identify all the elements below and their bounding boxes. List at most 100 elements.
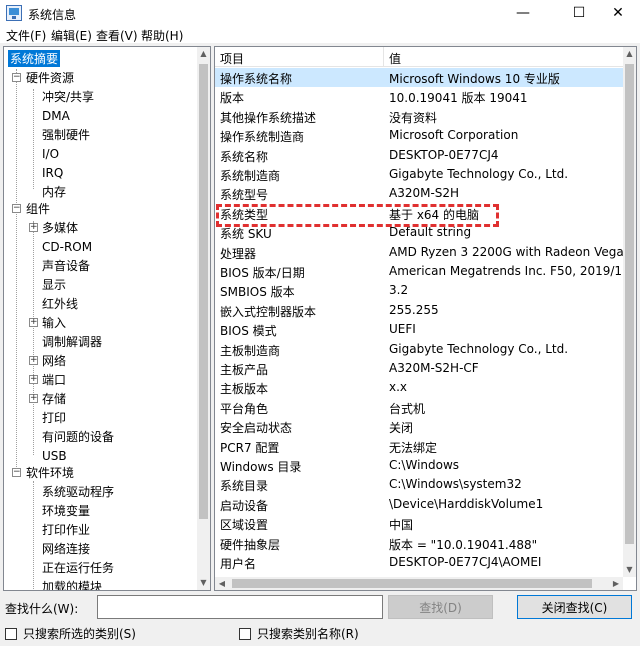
tree-item-printing[interactable]: 打印 [40,408,68,427]
expand-icon[interactable]: + [29,394,38,403]
table-row[interactable]: 系统 SKU Default string [215,223,623,242]
tree-item-conflicts[interactable]: 冲突/共享 [40,87,96,106]
close-find-button[interactable]: 关闭查找(C) [517,595,632,619]
tree-item-software[interactable]: 软件环境 [24,463,76,482]
row-item-cell: 系统名称 [220,149,269,164]
row-value-cell: DESKTOP-0E77CJ4\AOMEI [389,555,542,569]
scroll-left-icon[interactable]: ◀ [215,577,229,590]
tree-item-problem-devices[interactable]: 有问题的设备 [40,427,116,446]
collapse-icon[interactable]: − [12,468,21,477]
details-list[interactable]: 项目 值 操作系统名称 Microsoft Windows 10 专业版 版本 10.… [214,46,637,591]
tree-scroll-thumb[interactable] [199,64,208,519]
tree-item-forced-hardware[interactable]: 强制硬件 [40,125,92,144]
row-value-cell: A320M-S2H-CF [389,361,479,375]
expand-icon[interactable]: + [29,318,38,327]
tree-item-io[interactable]: I/O [40,144,61,163]
menu-edit[interactable]: 编辑(E) [51,27,92,44]
table-row[interactable]: PCR7 配置 无法绑定 [215,437,623,456]
table-row[interactable]: Windows 目录 C:\Windows [215,456,623,475]
menu-view[interactable]: 查看(V) [96,27,138,44]
table-row[interactable]: SMBIOS 版本 3.2 [215,281,623,300]
tree-item-modem[interactable]: 调制解调器 [40,332,104,351]
expand-icon[interactable]: + [29,375,38,384]
tree-item-storage[interactable]: 存储 [40,389,68,408]
tree-item-print-jobs[interactable]: 打印作业 [40,520,92,539]
collapse-icon[interactable]: − [12,73,21,82]
table-row[interactable]: 启动设备 \Device\HarddiskVolume1 [215,495,623,514]
row-item-cell: 处理器 [220,246,257,261]
find-button[interactable]: 查找(D) [388,595,493,619]
expand-icon[interactable]: + [29,356,38,365]
column-separator[interactable] [383,47,384,67]
table-row[interactable]: 系统类型 基于 x64 的电脑 [215,204,623,223]
table-row[interactable]: 系统型号 A320M-S2H [215,184,623,203]
search-selected-checkbox[interactable]: 只搜索所选的类别(S) [5,625,136,642]
find-input[interactable] [97,595,383,619]
tree-item-running-tasks[interactable]: 正在运行任务 [40,558,116,577]
search-names-checkbox[interactable]: 只搜索类别名称(R) [239,625,359,642]
close-button[interactable]: ✕ [596,0,640,26]
menu-help[interactable]: 帮助(H) [141,27,183,44]
row-item-cell: 区域设置 [220,518,269,533]
table-row[interactable]: BIOS 模式 UEFI [215,320,623,339]
table-row[interactable]: 区域设置 中国 [215,514,623,533]
table-row[interactable]: 系统名称 DESKTOP-0E77CJ4 [215,146,623,165]
tree-item-env-vars[interactable]: 环境变量 [40,501,92,520]
table-row[interactable]: 系统制造商 Gigabyte Technology Co., Ltd. [215,165,623,184]
table-row[interactable]: 系统目录 C:\Windows\system32 [215,475,623,494]
tree-item-dma[interactable]: DMA [40,106,72,125]
table-row[interactable]: 硬件抽象层 版本 = "10.0.19041.488" [215,534,623,553]
table-row[interactable]: 平台角色 台式机 [215,398,623,417]
tree-item-multimedia[interactable]: 多媒体 [40,218,80,237]
table-row[interactable]: 安全启动状态 关闭 [215,417,623,436]
table-row[interactable]: 主板版本 x.x [215,378,623,397]
tree-item-hardware[interactable]: 硬件资源 [24,68,76,87]
tree-scrollbar[interactable]: ▲ ▼ [197,47,210,590]
table-row[interactable]: 操作系统名称 Microsoft Windows 10 专业版 [215,68,623,88]
scroll-up-icon[interactable]: ▲ [197,47,210,61]
tree-item-loaded-modules[interactable]: 加载的模块 [40,577,104,590]
tree-item-net-connections[interactable]: 网络连接 [40,539,92,558]
menu-file[interactable]: 文件(F) [6,27,46,44]
minimize-button[interactable]: — [500,0,546,26]
tree-item-irq[interactable]: IRQ [40,163,65,182]
tree-item-input[interactable]: 输入 [40,313,68,332]
table-row[interactable]: 用户名 DESKTOP-0E77CJ4\AOMEI [215,553,623,572]
column-header-value[interactable]: 值 [389,50,401,67]
table-row[interactable]: 版本 10.0.19041 版本 19041 [215,87,623,106]
expand-icon[interactable]: + [29,223,38,232]
tree-item-system-summary[interactable]: 系统摘要 [8,49,61,68]
row-value-cell: C:\Windows [389,458,460,472]
scroll-right-icon[interactable]: ▶ [609,577,623,590]
tree-item-components[interactable]: 组件 [24,199,52,218]
tree-item-network[interactable]: 网络 [40,351,68,370]
list-vertical-scrollbar[interactable]: ▲ ▼ [623,47,636,577]
table-row[interactable]: 操作系统制造商 Microsoft Corporation [215,126,623,145]
list-hscroll-thumb[interactable] [232,579,592,588]
scroll-down-icon[interactable]: ▼ [623,563,636,577]
table-row[interactable]: 嵌入式控制器版本 255.255 [215,301,623,320]
scroll-up-icon[interactable]: ▲ [623,47,636,61]
table-row[interactable]: 处理器 AMD Ryzen 3 2200G with Radeon Vega Gr… [215,243,623,262]
table-row[interactable]: 主板产品 A320M-S2H-CF [215,359,623,378]
category-tree[interactable]: 系统摘要 − 硬件资源 冲突/共享 DMA 强制硬件 I/O IRQ 内存 − … [3,46,211,591]
tree-item-ports[interactable]: 端口 [40,370,68,389]
table-row[interactable]: 其他操作系统描述 没有资料 [215,107,623,126]
scroll-down-icon[interactable]: ▼ [197,576,210,590]
checkbox-icon[interactable] [239,627,251,640]
row-item-cell: 系统类型 [220,207,269,222]
tree-item-display[interactable]: 显示 [40,275,68,294]
tree-item-infrared[interactable]: 红外线 [40,294,80,313]
table-row[interactable]: BIOS 版本/日期 American Megatrends Inc. F50, … [215,262,623,281]
row-item-cell: SMBIOS 版本 [220,285,295,300]
tree-item-cdrom[interactable]: CD-ROM [40,237,94,256]
collapse-icon[interactable]: − [12,204,21,213]
tree-item-sound[interactable]: 声音设备 [40,256,92,275]
list-horizontal-scrollbar[interactable]: ◀ ▶ [215,577,623,590]
list-scroll-thumb[interactable] [625,64,634,544]
column-header-item[interactable]: 项目 [220,50,244,67]
tree-item-drivers[interactable]: 系统驱动程序 [40,482,116,501]
row-value-cell: 中国 [389,518,414,533]
checkbox-icon[interactable] [5,627,17,640]
table-row[interactable]: 主板制造商 Gigabyte Technology Co., Ltd. [215,340,623,359]
